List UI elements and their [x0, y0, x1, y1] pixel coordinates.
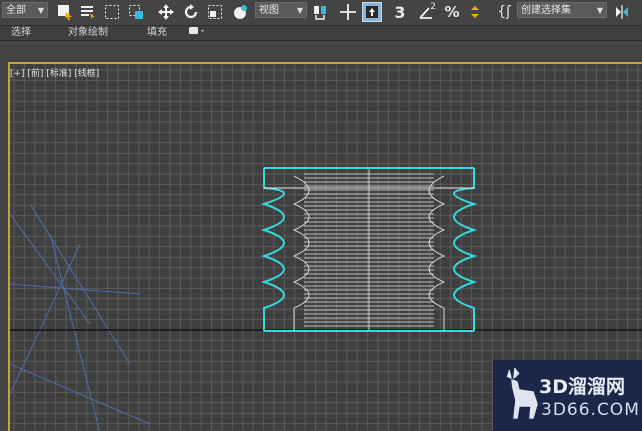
selection-filter-dropdown[interactable]: 全部 ▼: [2, 2, 48, 18]
select-link-icon[interactable]: [310, 2, 330, 22]
main-toolbar: 全部 ▼ 视图 ▼ 3 2 % {ʃ 创建选择集 ▼: [0, 0, 642, 26]
world-axis-gizmo: [10, 203, 151, 431]
deer-logo-icon: [506, 367, 538, 419]
chevron-down-icon: ▼: [37, 6, 44, 15]
select-by-name-icon[interactable]: [78, 2, 98, 22]
site-watermark: 3D溜溜网 3D66.COM: [493, 360, 642, 431]
watermark-line1: 3D溜溜网: [539, 376, 625, 398]
select-icon[interactable]: [55, 2, 75, 22]
view-dropdown[interactable]: 视图 ▼: [255, 2, 307, 18]
ribbon-tab-object-paint[interactable]: 对象绘制: [68, 26, 108, 40]
pivot-icon[interactable]: [338, 2, 358, 22]
ribbon-bar: 选择 对象绘制 填充: [0, 26, 642, 41]
named-selection-set-dropdown[interactable]: 创建选择集 ▼: [517, 2, 607, 18]
named-selection-set-value: 创建选择集: [521, 5, 571, 16]
selection-filter-value: 全部: [6, 5, 26, 16]
angle-snap-label: 2: [430, 2, 436, 12]
bellows-spline-object[interactable]: [260, 167, 478, 332]
camera-icon: [189, 27, 204, 34]
ribbon-tab-populate[interactable]: 填充: [147, 26, 167, 40]
snap-toggle-label: 3: [394, 2, 406, 22]
move-icon[interactable]: [156, 2, 176, 22]
chevron-down-icon: ▼: [596, 6, 603, 15]
place-icon[interactable]: [230, 2, 250, 22]
angle-snap-icon[interactable]: 2: [416, 2, 436, 22]
spinner-snap-icon[interactable]: [465, 2, 485, 22]
view-dropdown-value: 视图: [259, 5, 279, 16]
window-crossing-icon[interactable]: [126, 2, 146, 22]
percent-snap-icon[interactable]: %: [442, 2, 462, 22]
rect-region-icon[interactable]: [102, 2, 122, 22]
mirror-icon[interactable]: [612, 2, 632, 22]
chevron-down-icon: ▼: [296, 6, 303, 15]
viewport-label[interactable]: [+] [前] [标准] [线框]: [10, 66, 99, 79]
manipulate-icon[interactable]: [362, 2, 382, 22]
rotate-icon[interactable]: [181, 2, 201, 22]
scale-icon[interactable]: [205, 2, 225, 22]
ribbon-extra-dropdown[interactable]: [189, 26, 205, 41]
watermark-line2: 3D66.COM: [541, 400, 640, 420]
ribbon-tab-selection[interactable]: 选择: [11, 26, 31, 40]
snap-icon[interactable]: 3: [390, 2, 410, 22]
edit-named-sets-icon[interactable]: {ʃ: [494, 2, 514, 22]
